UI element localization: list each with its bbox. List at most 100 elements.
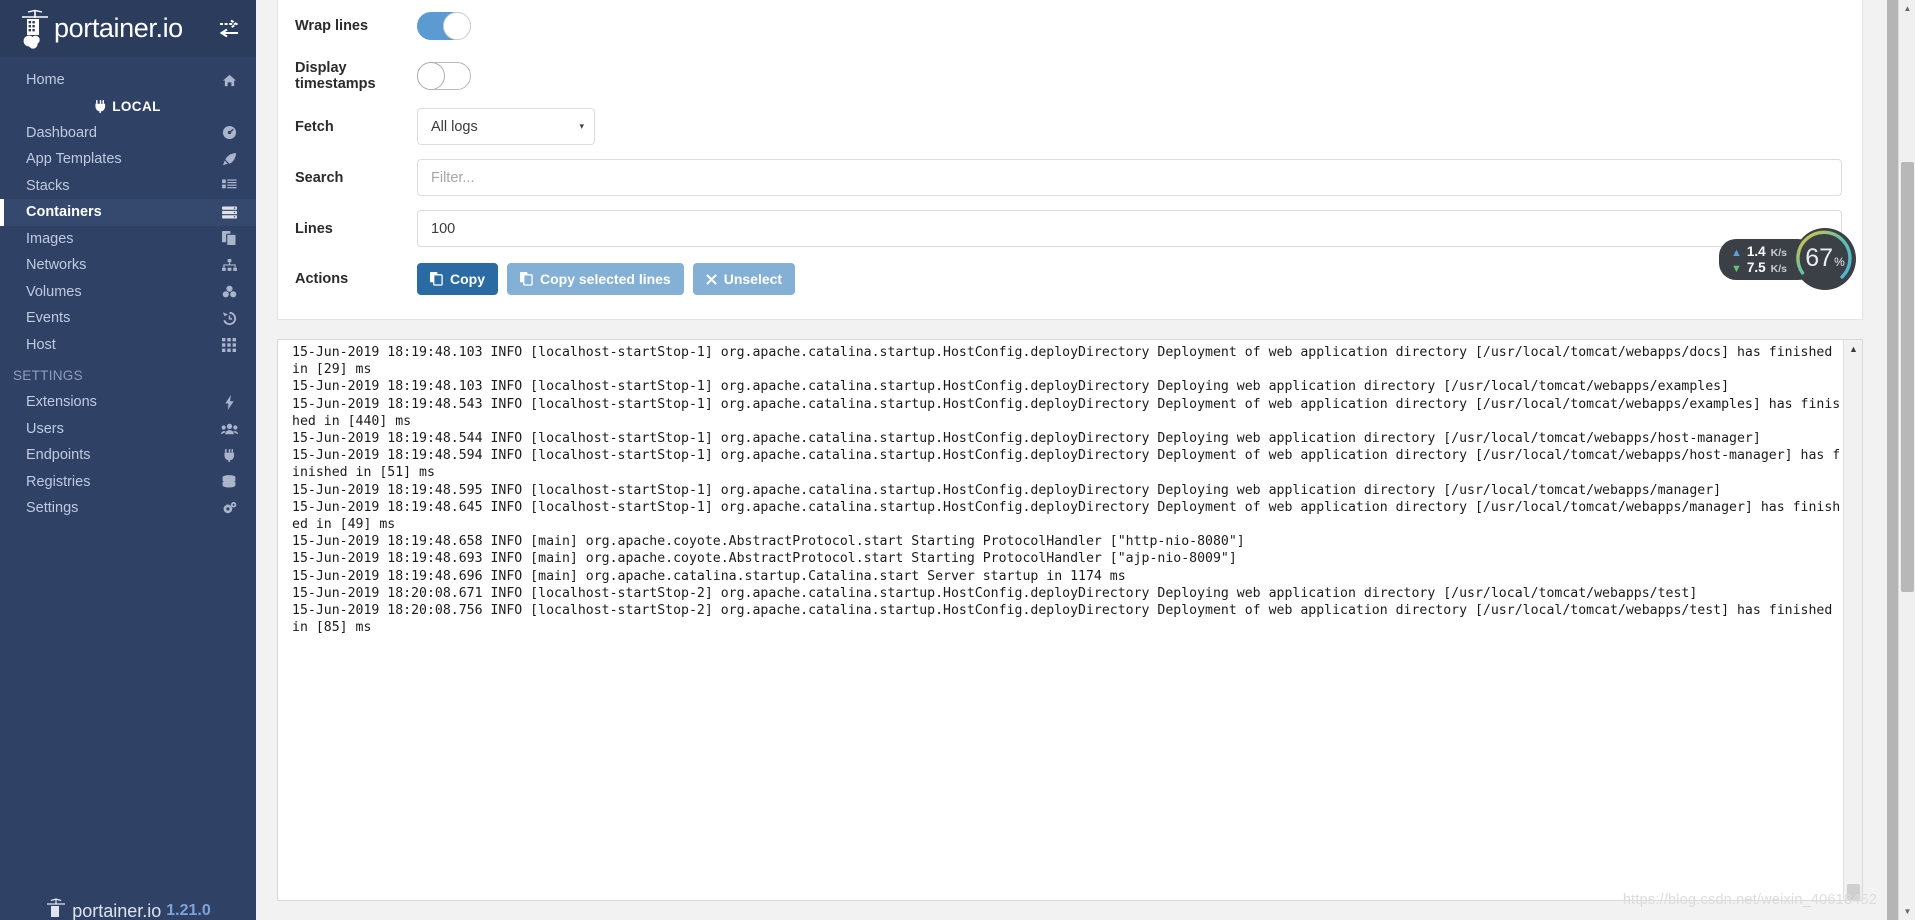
unselect-button[interactable]: Unselect [692,263,796,295]
log-line[interactable]: 15-Jun-2019 18:19:48.103 INFO [localhost… [292,378,1844,395]
network-download-value: 7.5 [1746,259,1766,275]
sidebar-footer-version: 1.21.0 [166,902,211,919]
log-line[interactable]: 15-Jun-2019 18:19:48.103 INFO [localhost… [292,344,1844,378]
fetch-label: Fetch [295,118,334,135]
network-download-row: ▼ 7.5 K/s [1731,260,1787,275]
sidebar-brand[interactable]: portainer.io [0,0,256,57]
bolt-icon [219,394,239,410]
rocket-icon [219,151,239,167]
users-icon [219,421,239,437]
log-line[interactable]: 15-Jun-2019 18:19:48.594 INFO [localhost… [292,447,1844,481]
wrap-lines-toggle[interactable] [417,12,471,40]
display-timestamps-toggle[interactable] [417,62,471,90]
sidebar-item-volumes[interactable]: Volumes [0,279,256,306]
chevron-down-icon: ▾ [579,121,584,131]
sitemap-icon [219,257,239,273]
unselect-button-label: Unselect [723,271,783,287]
sidebar-item-label: Host [26,336,56,353]
sidebar-item-label: Home [26,72,65,88]
sidebar-item-users[interactable]: Users [0,416,256,443]
sidebar-item-label: Extensions [26,394,97,410]
sidebar-item-registries[interactable]: Registries [0,469,256,496]
display-timestamps-row: Display timestamps [295,58,1842,94]
sidebar-item-stacks[interactable]: Stacks [0,173,256,200]
search-row: Search Filter... [295,159,1842,196]
log-panel-scrollbar[interactable]: ▲ [1843,340,1862,900]
sidebar-item-label: Stacks [26,177,70,194]
copy-button[interactable]: Copy [417,263,498,295]
copy-icon [430,272,443,286]
sidebar-item-label: Containers [26,204,102,220]
log-line[interactable]: 15-Jun-2019 18:19:48.543 INFO [localhost… [292,396,1844,430]
page-scrollbar-thumb[interactable] [1901,162,1914,592]
network-upload-row: ▲ 1.4 K/s [1731,244,1787,259]
sidebar-item-dashboard[interactable]: Dashboard [0,120,256,147]
network-upload-value: 1.4 [1746,243,1766,259]
sidebar-item-host[interactable]: Host [0,332,256,359]
network-stats-widget: ▲ 1.4 K/s ▼ 7.5 K/s 67 % [1718,227,1857,291]
sidebar-footer-brand: portainer.io [72,900,162,920]
search-input[interactable]: Filter... [417,159,1842,196]
copy-icon [219,231,239,247]
sidebar-item-extensions[interactable]: Extensions [0,389,256,416]
sidebar-item-label: Images [26,230,74,247]
sidebar-item-label: Networks [26,257,87,273]
log-line[interactable]: 15-Jun-2019 18:19:48.696 INFO [main] org… [292,568,1844,585]
sidebar-footer: portainer.io 1.21.0 [0,898,256,920]
sidebar-section-settings: SETTINGS [13,368,83,383]
database-icon [219,474,239,490]
network-gauge-readout: 67 % [1793,227,1857,291]
sidebar-endpoint-label: LOCAL [112,99,161,114]
sidebar-endpoint-local: LOCAL [0,94,256,120]
toggle-knob [417,62,445,90]
sidebar-item-settings[interactable]: Settings [0,495,256,522]
dashboard-icon [219,125,239,141]
log-lines-container[interactable]: 15-Jun-2019 18:19:48.103 INFO [localhost… [278,340,1844,900]
scroll-up-arrow-icon[interactable]: ▲ [1844,340,1862,357]
search-label: Search [295,169,344,186]
portainer-footer-logo-icon [45,898,67,920]
copy-selected-lines-button[interactable]: Copy selected lines [507,263,684,295]
sidebar-item-networks[interactable]: Networks [0,252,256,279]
lines-input[interactable]: 100 [417,210,1842,247]
sidebar: portainer.io Home LOCAL Dashboard App Te… [0,0,256,920]
log-line[interactable]: 15-Jun-2019 18:19:48.658 INFO [main] org… [292,533,1844,550]
home-icon [219,72,239,88]
log-line[interactable]: 15-Jun-2019 18:20:08.756 INFO [localhost… [292,602,1844,636]
page-scroll-down-arrow-icon[interactable]: ▼ [1899,903,1915,920]
log-line[interactable]: 15-Jun-2019 18:19:48.544 INFO [localhost… [292,430,1844,447]
portainer-logo-icon [18,9,52,49]
toggle-knob [443,12,471,40]
sidebar-item-images[interactable]: Images [0,226,256,253]
copy-icon [520,272,533,286]
actions-row: Actions Copy Copy selected lines Unselec… [295,261,1842,297]
sidebar-item-label: Volumes [26,283,82,300]
gears-icon [219,500,239,516]
log-line[interactable]: 15-Jun-2019 18:19:48.645 INFO [localhost… [292,499,1844,533]
lines-row: Lines 100 [295,210,1842,247]
sidebar-item-events[interactable]: Events [0,305,256,332]
toggle-sidebar-icon[interactable] [218,19,240,39]
sidebar-item-endpoints[interactable]: Endpoints [0,442,256,469]
log-settings-card: Wrap lines Display timestamps Fetch All … [277,0,1863,320]
network-gauge-unit: % [1834,255,1845,269]
sidebar-item-app-templates[interactable]: App Templates [0,146,256,173]
log-line[interactable]: 15-Jun-2019 18:19:48.693 INFO [main] org… [292,550,1844,567]
plug-icon [95,100,106,113]
actions-label: Actions [295,271,349,287]
wrap-lines-label: Wrap lines [295,18,369,34]
sidebar-item-label: Registries [26,473,91,490]
plug-icon [219,447,239,463]
sidebar-item-containers[interactable]: Containers [0,199,256,226]
network-upload-unit: K/s [1770,246,1787,259]
fetch-select[interactable]: All logs ▾ [417,108,595,145]
lines-label: Lines [295,220,333,237]
fetch-row: Fetch All logs ▾ [295,108,1842,145]
page-scroll-up-arrow-icon[interactable]: ▲ [1899,0,1915,17]
log-line[interactable]: 15-Jun-2019 18:20:08.671 INFO [localhost… [292,585,1844,602]
sidebar-item-home[interactable]: Home [0,67,256,94]
nav-spacer-top [0,57,256,67]
page-scrollbar[interactable]: ▲ ▼ [1898,0,1915,920]
scrollbar-thumb[interactable] [1847,884,1860,900]
log-line[interactable]: 15-Jun-2019 18:19:48.595 INFO [localhost… [292,482,1844,499]
